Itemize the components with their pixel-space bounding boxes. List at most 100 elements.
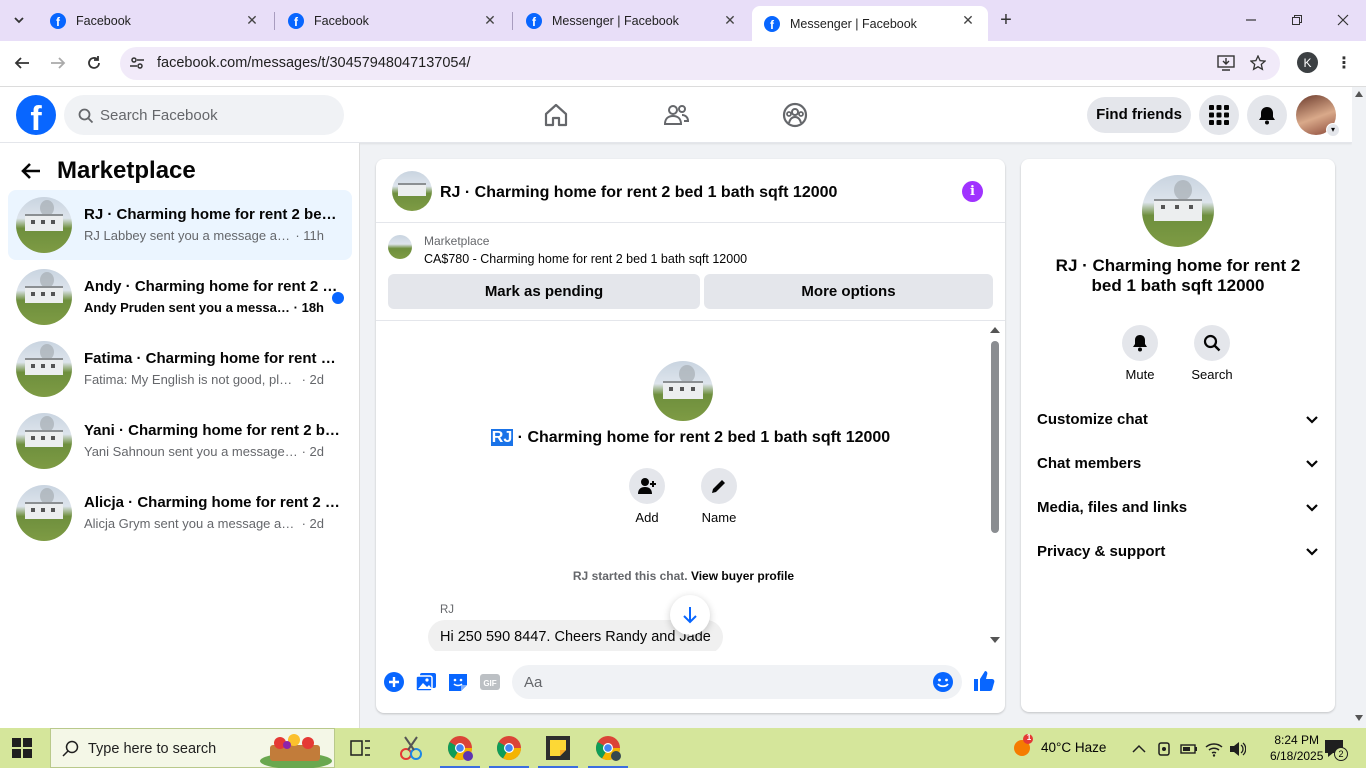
chevron-down-icon: [1306, 504, 1318, 512]
restore-window-icon[interactable]: [1286, 10, 1308, 30]
sticker-icon[interactable]: [447, 671, 469, 693]
info-profile-picture: [1142, 175, 1214, 247]
mark-as-pending-button[interactable]: Mark as pending: [388, 274, 700, 309]
sticky-notes-app-icon[interactable]: [538, 734, 578, 768]
account-avatar[interactable]: ▾: [1296, 95, 1340, 137]
facebook-logo[interactable]: f: [16, 95, 56, 135]
search-label: Search: [1191, 367, 1233, 382]
bell-icon: [1133, 335, 1147, 352]
media-files-links-section[interactable]: Media, files and links: [1037, 487, 1319, 531]
windows-start-icon[interactable]: [12, 738, 32, 758]
wifi-icon[interactable]: [1205, 740, 1223, 758]
conversation-item[interactable]: Andy · Charming home for rent 2 bed 1 ba…: [8, 262, 352, 332]
weather-icon[interactable]: 1: [1010, 733, 1034, 758]
conversation-snippet: Fatima: My English is not good, please u…: [84, 372, 324, 387]
conversation-item[interactable]: RJ · Charming home for rent 2 bed 1 bath…: [8, 190, 352, 260]
browser-tab-4-active[interactable]: f Messenger | Facebook ✕: [752, 6, 988, 41]
browser-address-bar: facebook.com/messages/t/3045794804713705…: [0, 41, 1366, 87]
friends-icon[interactable]: [662, 101, 690, 129]
taskbar-search-input[interactable]: Type here to search: [50, 728, 335, 768]
install-app-icon[interactable]: [1215, 53, 1237, 73]
add-people-button[interactable]: Add: [617, 468, 677, 525]
groups-icon[interactable]: [781, 101, 809, 129]
plus-circle-icon[interactable]: [383, 671, 405, 693]
chat-avatar[interactable]: [392, 171, 432, 211]
customize-chat-section[interactable]: Customize chat: [1037, 399, 1319, 443]
notifications-bell-icon[interactable]: [1247, 95, 1287, 135]
thread-scrollbar[interactable]: [988, 327, 1000, 643]
scroll-to-bottom-button[interactable]: [670, 595, 710, 635]
photo-icon[interactable]: [415, 671, 437, 693]
tray-chevron-up-icon[interactable]: [1130, 740, 1148, 758]
weather-text[interactable]: 40°C Haze: [1041, 740, 1106, 755]
thumbs-up-icon[interactable]: [972, 669, 996, 693]
close-window-icon[interactable]: [1332, 10, 1354, 30]
close-tab-icon[interactable]: ✕: [482, 12, 498, 28]
edit-name-button[interactable]: Name: [689, 468, 749, 525]
marketplace-sidebar: Marketplace RJ · Charming home for rent …: [0, 143, 360, 728]
listing-thumbnail: [16, 341, 72, 397]
chrome-app-icon[interactable]: [489, 734, 529, 768]
conversation-snippet: RJ Labbey sent you a message about the l…: [84, 228, 324, 243]
search-in-conversation-button[interactable]: Search: [1182, 325, 1242, 382]
battery-icon[interactable]: [1180, 740, 1198, 758]
section-label: Customize chat: [1037, 411, 1148, 428]
home-icon[interactable]: [542, 101, 570, 129]
chat-intro-title: RJ · Charming home for rent 2 bed 1 bath…: [490, 429, 891, 446]
tab-search-chevron-icon[interactable]: [8, 10, 30, 30]
close-tab-icon[interactable]: ✕: [960, 12, 976, 28]
taskbar-clock[interactable]: 8:24 PM 6/18/2025: [1270, 732, 1323, 764]
section-label: Chat members: [1037, 455, 1142, 472]
page-scrollbar[interactable]: [1352, 87, 1366, 728]
task-view-icon[interactable]: [346, 734, 374, 762]
unread-dot-icon: [332, 292, 344, 304]
chrome-k-profile-app-icon[interactable]: [588, 734, 628, 768]
back-arrow-icon[interactable]: [20, 161, 42, 181]
message-input-placeholder: Aa: [524, 674, 543, 691]
mute-button[interactable]: Mute: [1110, 325, 1170, 382]
chat-title[interactable]: RJ · Charming home for rent 2 bed 1 bath…: [440, 184, 837, 202]
browser-tab-bar: f Facebook ✕ f Facebook ✕ f Messenger | …: [0, 0, 1366, 41]
chat-members-section[interactable]: Chat members: [1037, 443, 1319, 487]
snipping-tool-icon[interactable]: [397, 734, 425, 762]
close-tab-icon[interactable]: ✕: [244, 12, 260, 28]
conversation-name: RJ · Charming home for rent 2 bed 1 bath…: [84, 206, 340, 223]
notification-count-badge: 2: [1334, 747, 1348, 761]
more-options-button[interactable]: More options: [704, 274, 993, 309]
chat-started-notice: RJ started this chat. View buyer profile: [572, 569, 795, 583]
close-tab-icon[interactable]: ✕: [722, 12, 738, 28]
tab-divider: [512, 12, 513, 30]
browser-tab-1[interactable]: f Facebook ✕: [38, 0, 272, 41]
facebook-header: f Search Facebook Find friends ▾: [0, 87, 1352, 143]
gif-icon[interactable]: GIF: [479, 671, 501, 693]
facebook-search-input[interactable]: Search Facebook: [64, 95, 344, 135]
conversation-info-icon[interactable]: i: [962, 181, 983, 202]
browser-menu-icon[interactable]: ⋮: [1333, 53, 1355, 73]
listing-price[interactable]: CA$780 - Charming home for rent 2 bed 1 …: [424, 252, 747, 266]
volume-icon[interactable]: [1228, 740, 1246, 758]
browser-tab-3[interactable]: f Messenger | Facebook ✕: [514, 0, 750, 41]
bookmark-star-icon[interactable]: [1247, 53, 1269, 73]
browser-tab-2[interactable]: f Facebook ✕: [276, 0, 510, 41]
message-input[interactable]: Aa: [512, 665, 962, 699]
conversation-item[interactable]: Alicja · Charming home for rent 2 bed 1 …: [8, 478, 352, 548]
chrome-profile-app-icon[interactable]: [440, 734, 480, 768]
find-friends-button[interactable]: Find friends: [1087, 97, 1191, 133]
forward-arrow-icon[interactable]: [47, 53, 69, 73]
new-tab-plus-icon[interactable]: +: [995, 9, 1017, 31]
privacy-support-section[interactable]: Privacy & support: [1037, 531, 1319, 575]
mute-label: Mute: [1125, 367, 1155, 382]
site-info-icon[interactable]: [126, 53, 148, 73]
back-arrow-icon[interactable]: [11, 53, 33, 73]
reload-icon[interactable]: [83, 53, 105, 73]
meet-now-icon[interactable]: [1156, 740, 1174, 758]
conversation-item[interactable]: Fatima · Charming home for rent 2 bed 1 …: [8, 334, 352, 404]
minimize-window-icon[interactable]: [1240, 10, 1262, 30]
emoji-icon[interactable]: [932, 671, 954, 693]
view-buyer-profile-link[interactable]: View buyer profile: [691, 569, 794, 583]
menu-grid-icon[interactable]: [1199, 95, 1239, 135]
profile-avatar-icon[interactable]: K: [1297, 52, 1318, 73]
weather-badge: 1: [1026, 733, 1032, 742]
notifications-icon[interactable]: 2: [1324, 738, 1348, 761]
conversation-item[interactable]: Yani · Charming home for rent 2 bed 1 ba…: [8, 406, 352, 476]
